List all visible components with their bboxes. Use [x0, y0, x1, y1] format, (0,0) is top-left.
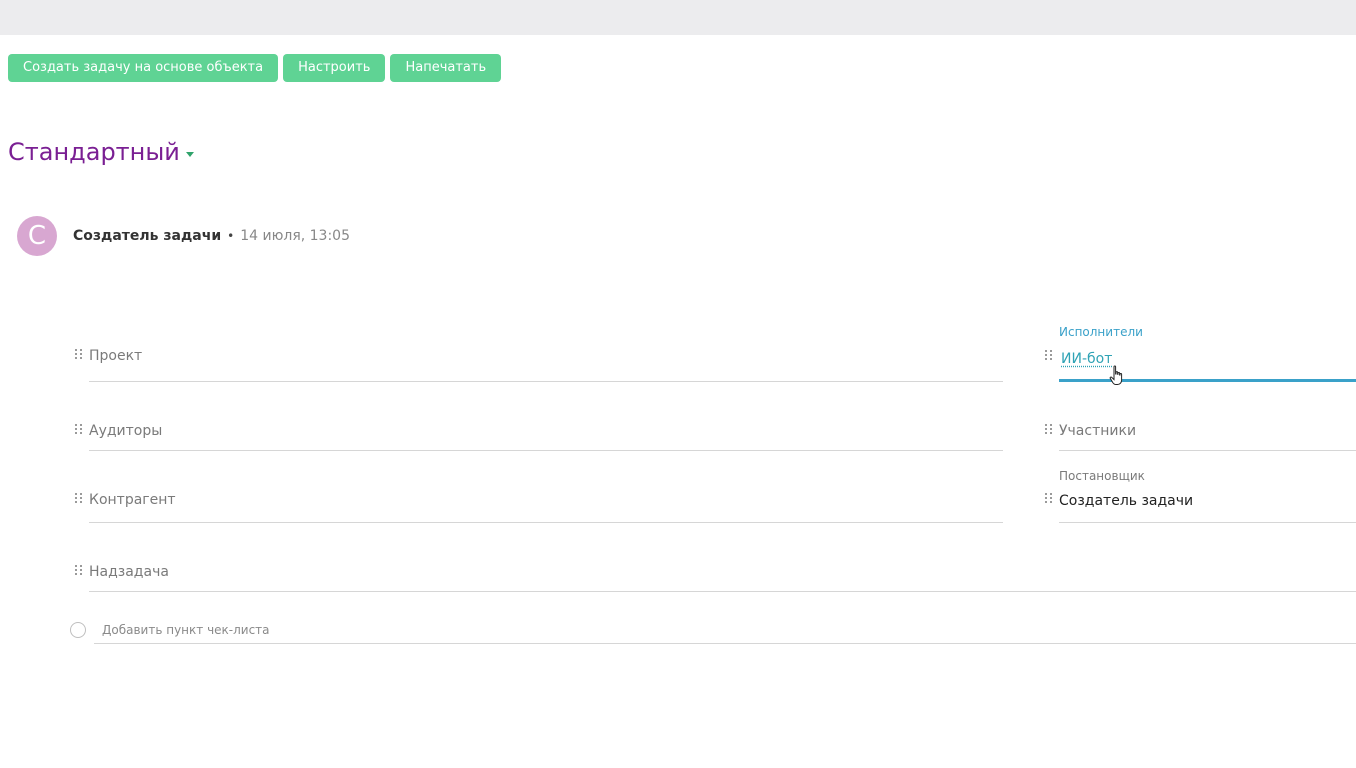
author-row: С Создатель задачи • 14 июля, 13:05 [17, 216, 350, 256]
drag-handle-icon[interactable] [1045, 493, 1053, 503]
field-underline [89, 522, 1003, 523]
participants-field[interactable]: Участники [1043, 421, 1356, 453]
field-underline [1059, 450, 1356, 451]
field-underline [89, 591, 1356, 592]
checklist-checkbox[interactable] [70, 622, 86, 638]
setter-caption: Постановщик [1059, 469, 1145, 483]
author-time: 14 июля, 13:05 [240, 228, 350, 244]
drag-handle-icon[interactable] [75, 424, 83, 434]
create-task-button[interactable]: Создать задачу на основе объекта [8, 54, 279, 82]
field-underline [1059, 522, 1356, 523]
field-underline [89, 381, 1003, 382]
view-selector[interactable]: Стандартный [8, 138, 194, 166]
drag-handle-icon[interactable] [75, 493, 83, 503]
parent-task-label: Надзадача [89, 564, 169, 580]
checklist-add-item[interactable]: Добавить пункт чек-листа [94, 620, 1356, 644]
top-bar [0, 0, 1356, 35]
executors-caption: Исполнители [1059, 325, 1143, 339]
checklist-placeholder: Добавить пункт чек-листа [102, 623, 270, 637]
print-button[interactable]: Напечатать [390, 54, 502, 82]
avatar[interactable]: С [17, 216, 57, 256]
counterparty-field[interactable]: Контрагент [73, 490, 1005, 525]
toolbar: Создать задачу на основе объекта Настрои… [8, 54, 502, 82]
view-title: Стандартный [8, 138, 180, 166]
parent-task-field[interactable]: Надзадача [73, 562, 1356, 594]
separator-dot: • [227, 229, 235, 243]
setter-field[interactable]: Постановщик Создатель задачи [1043, 468, 1356, 525]
drag-handle-icon[interactable] [1045, 424, 1053, 434]
participants-label: Участники [1059, 423, 1137, 439]
auditors-label: Аудиторы [89, 423, 163, 439]
configure-button[interactable]: Настроить [283, 54, 386, 82]
auditors-field[interactable]: Аудиторы [73, 421, 1005, 453]
field-underline [89, 450, 1003, 451]
chevron-down-icon[interactable] [185, 151, 194, 157]
executor-link[interactable]: ИИ-бот [1061, 351, 1112, 367]
project-field[interactable]: Проект [73, 346, 1005, 384]
executors-field[interactable]: Исполнители ИИ-бот [1043, 324, 1356, 385]
drag-handle-icon[interactable] [1045, 350, 1053, 360]
author-name[interactable]: Создатель задачи [73, 228, 221, 244]
hand-cursor-icon [1109, 365, 1123, 385]
counterparty-label: Контрагент [89, 492, 176, 508]
project-label: Проект [89, 348, 143, 364]
setter-value[interactable]: Создатель задачи [1059, 493, 1193, 509]
field-underline [94, 643, 1356, 644]
field-underline-active [1059, 379, 1356, 382]
drag-handle-icon[interactable] [75, 349, 83, 359]
drag-handle-icon[interactable] [75, 565, 83, 575]
